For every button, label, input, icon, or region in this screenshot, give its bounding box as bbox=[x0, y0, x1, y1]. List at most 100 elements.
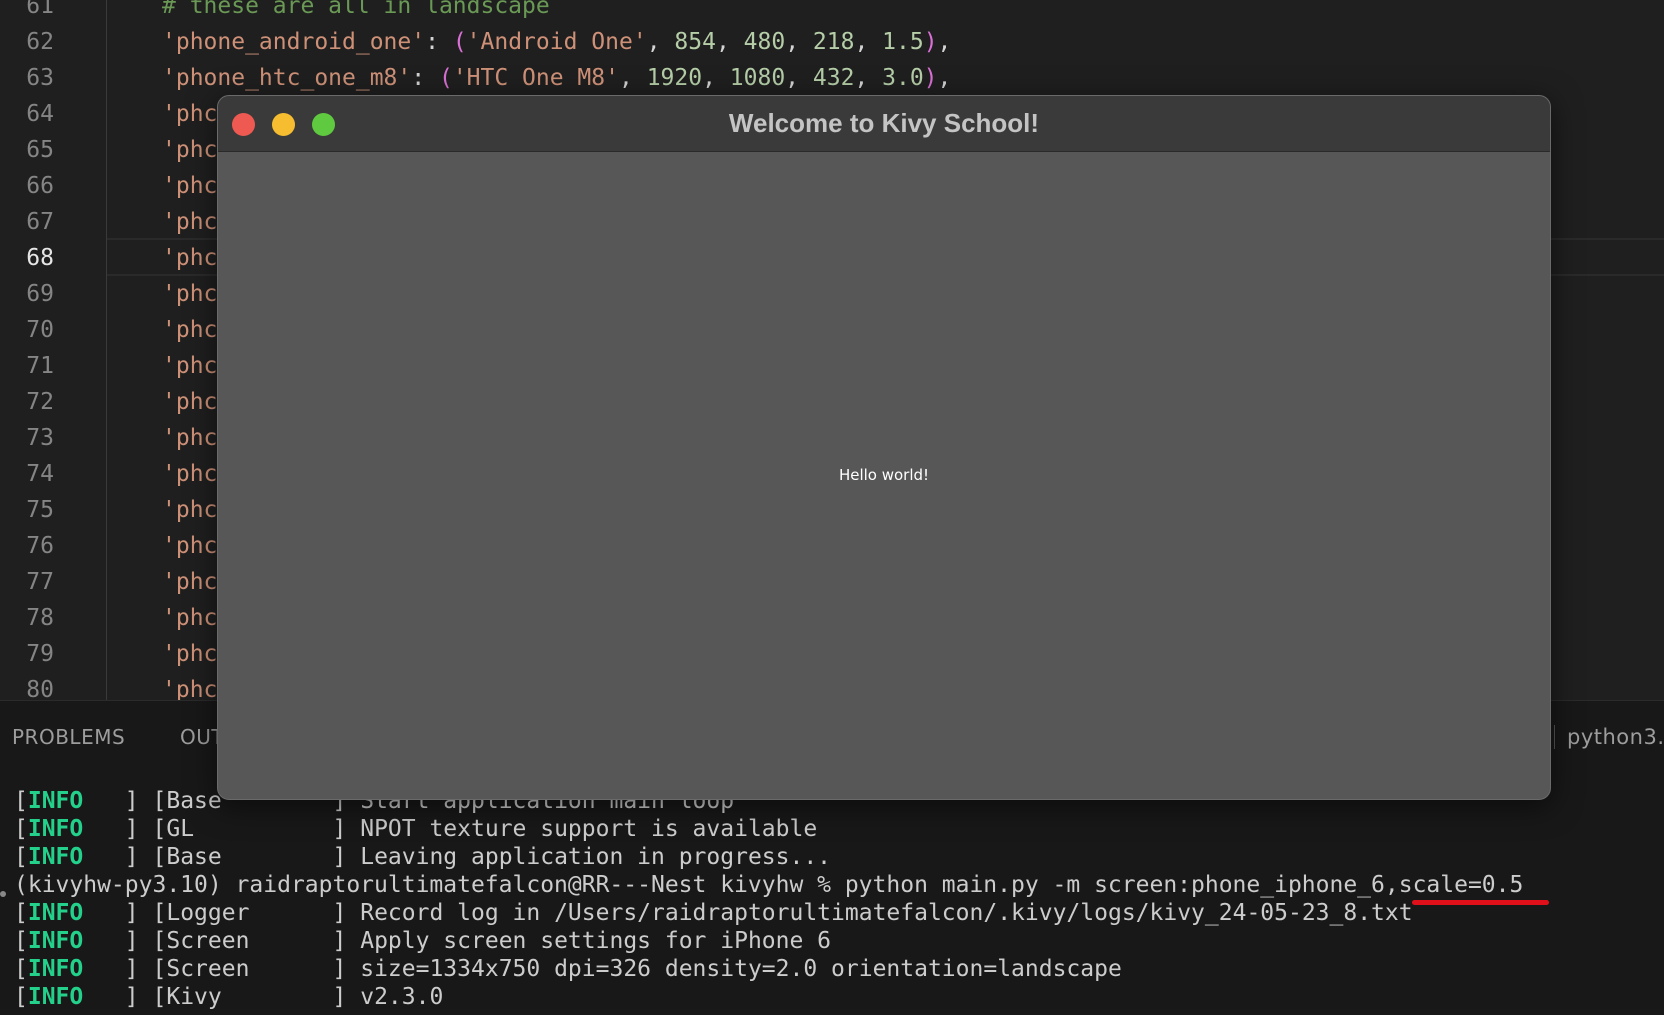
code-number: 480 bbox=[743, 29, 786, 55]
line-number: 75 bbox=[26, 497, 54, 523]
log-module: Screen bbox=[166, 928, 291, 954]
line-number-gutter: 61 62 63 64 65 66 67 68 69 70 71 72 73 74 75 76 77 78 79 80 bbox=[0, 0, 107, 700]
log-bracket: [ bbox=[14, 900, 28, 926]
log-level: INFO bbox=[27, 816, 84, 842]
code-line: 'phc bbox=[162, 312, 217, 348]
code-line: 'phc bbox=[162, 420, 217, 456]
shell-prompt: (kivyhw-py3.10) raidraptorultimatefalcon… bbox=[14, 872, 1524, 898]
log-message: Apply screen settings for iPhone 6 bbox=[360, 928, 832, 954]
log-level: INFO bbox=[27, 984, 84, 1010]
line-number: 79 bbox=[26, 641, 54, 667]
log-bracket: [ bbox=[14, 956, 28, 982]
code-punct: , bbox=[937, 65, 952, 91]
code-string: 'phone_android_one' bbox=[162, 29, 426, 55]
code-line: 'phone_android_one': ('Android One', 854… bbox=[162, 24, 951, 60]
code-line: # these are all in landscape bbox=[162, 0, 550, 24]
code-line: 'phc bbox=[162, 348, 217, 384]
code-string: 'phc bbox=[162, 641, 218, 667]
code-punct: , bbox=[785, 29, 813, 55]
code-string: 'phc bbox=[162, 461, 218, 487]
code-string: 'phc bbox=[162, 209, 218, 235]
kivy-app-window[interactable]: Welcome to Kivy School! Hello world! bbox=[217, 95, 1551, 800]
code-string: 'phc bbox=[162, 101, 218, 127]
code-punct: , bbox=[702, 65, 730, 91]
code-line: 'phc bbox=[162, 168, 217, 204]
log-bracket: ] [ bbox=[83, 984, 167, 1010]
log-bracket: [ bbox=[14, 928, 28, 954]
log-bracket: ] [ bbox=[83, 956, 167, 982]
log-message: Leaving application in progress... bbox=[360, 844, 832, 870]
log-line: [INFO ] [GL ] NPOT texture support is av… bbox=[14, 815, 817, 843]
line-number: 69 bbox=[26, 281, 54, 307]
log-module: Logger bbox=[166, 900, 291, 926]
code-punct: , bbox=[937, 29, 952, 55]
log-line: [INFO ] [Kivy ] v2.3.0 bbox=[14, 983, 443, 1011]
code-line: 'phc bbox=[162, 96, 217, 132]
line-number: 70 bbox=[26, 317, 54, 343]
code-line: 'phc bbox=[162, 564, 217, 600]
code-string: 'phc bbox=[162, 605, 218, 631]
line-number: 73 bbox=[26, 425, 54, 451]
code-line: 'phone_htc_one_m8': ('HTC One M8', 1920,… bbox=[162, 60, 951, 96]
terminal-label[interactable]: python3.1 bbox=[1554, 725, 1664, 749]
code-line: 'phc bbox=[162, 132, 217, 168]
line-number: 77 bbox=[26, 569, 54, 595]
code-string: 'phc bbox=[162, 317, 218, 343]
log-bracket: ] bbox=[290, 844, 361, 870]
code-string: 'phc bbox=[162, 677, 218, 700]
line-number: 71 bbox=[26, 353, 54, 379]
tab-problems[interactable]: PROBLEMS bbox=[12, 725, 125, 749]
code-string: 'phc bbox=[162, 173, 218, 199]
log-line: [INFO ] [Screen ] size=1334x750 dpi=326 … bbox=[14, 955, 1122, 983]
code-line: 'phc bbox=[162, 528, 217, 564]
code-punct: , bbox=[854, 29, 883, 55]
line-number: 64 bbox=[26, 101, 54, 127]
log-level: INFO bbox=[27, 844, 84, 870]
line-number: 80 bbox=[26, 677, 54, 700]
code-line: 'phc bbox=[162, 456, 217, 492]
line-number: 67 bbox=[26, 209, 54, 235]
window-titlebar[interactable]: Welcome to Kivy School! bbox=[218, 96, 1550, 152]
log-message: NPOT texture support is available bbox=[360, 816, 818, 842]
code-line: 'phc bbox=[162, 240, 217, 276]
log-module: GL bbox=[166, 816, 291, 842]
log-bracket: [ bbox=[14, 844, 28, 870]
log-message: v2.3.0 bbox=[360, 984, 444, 1010]
code-line: 'phc bbox=[162, 204, 217, 240]
code-string: 'phc bbox=[162, 389, 218, 415]
code-string: 'phc bbox=[162, 137, 218, 163]
log-level: INFO bbox=[27, 956, 84, 982]
hello-label: Hello world! bbox=[838, 466, 930, 484]
code-string: 'HTC One M8' bbox=[452, 65, 619, 91]
line-number: 76 bbox=[26, 533, 54, 559]
code-string: 'phone_htc_one_m8' bbox=[162, 65, 412, 91]
code-punct: , bbox=[785, 65, 813, 91]
code-string: 'phc bbox=[162, 245, 218, 271]
log-bracket: ] bbox=[290, 900, 361, 926]
line-number: 78 bbox=[26, 605, 54, 631]
code-line: 'phc bbox=[162, 492, 217, 528]
code-comment: # these are all in landscape bbox=[162, 0, 550, 19]
code-line: 'phc bbox=[162, 276, 217, 312]
log-message: size=1334x750 dpi=326 density=2.0 orient… bbox=[360, 956, 1122, 982]
code-paren: ) bbox=[923, 65, 938, 91]
log-bracket: ] [ bbox=[83, 788, 167, 814]
line-number: 72 bbox=[26, 389, 54, 415]
code-string: 'phc bbox=[162, 425, 218, 451]
log-level: INFO bbox=[27, 788, 84, 814]
code-paren: ( bbox=[452, 29, 467, 55]
code-string: 'phc bbox=[162, 281, 218, 307]
code-line: 'phc bbox=[162, 672, 217, 700]
code-number: 1080 bbox=[729, 65, 786, 91]
log-module: Screen bbox=[166, 956, 291, 982]
log-bracket: ] [ bbox=[83, 844, 167, 870]
code-punct: : bbox=[425, 29, 453, 55]
code-number: 1.5 bbox=[882, 29, 924, 55]
log-message: Record log in /Users/raidraptorultimatef… bbox=[360, 900, 1413, 926]
log-level: INFO bbox=[27, 928, 84, 954]
log-module: Base bbox=[166, 844, 291, 870]
code-line: 'phc bbox=[162, 636, 217, 672]
prompt-indicator-icon bbox=[0, 891, 6, 897]
code-string: 'phc bbox=[162, 569, 218, 595]
window-title: Welcome to Kivy School! bbox=[728, 108, 1040, 138]
